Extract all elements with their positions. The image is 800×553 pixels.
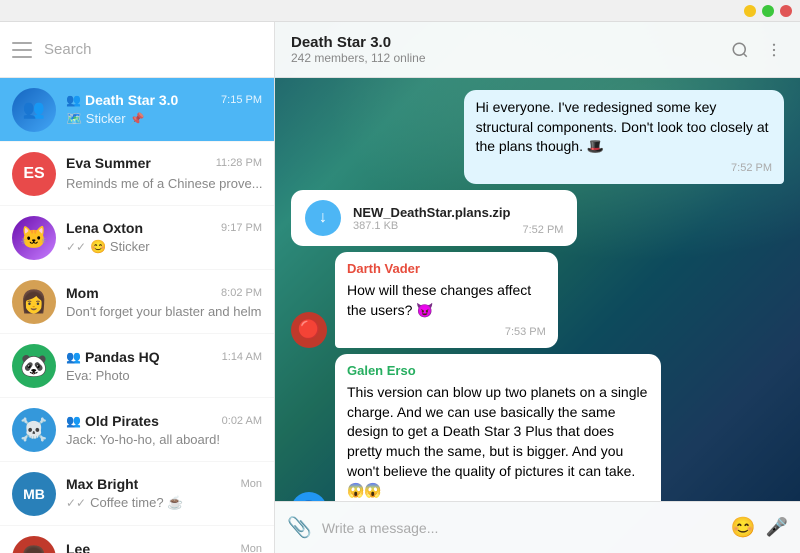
hamburger-icon[interactable] xyxy=(12,42,32,58)
message-time: 7:52 PM xyxy=(476,161,772,176)
emoji-icon[interactable]: 😊 xyxy=(731,515,756,540)
chat-preview: 🗺️ Sticker 📌 xyxy=(66,111,262,127)
chat-preview: Eva: Photo xyxy=(66,368,262,383)
message-text: This version can blow up two planets on … xyxy=(347,383,649,501)
tick-icon: ✓✓ xyxy=(66,240,86,254)
group-icon: 👥 xyxy=(66,350,81,364)
group-icon: 👥 xyxy=(66,414,81,428)
avatar: MB xyxy=(12,472,56,516)
message-bubble: Hi everyone. I've redesigned some key st… xyxy=(464,90,784,184)
chat-header-icons xyxy=(730,40,784,60)
search-icon[interactable] xyxy=(730,40,750,60)
title-bar xyxy=(0,0,800,22)
app-container: 👥 👥 Death Star 3.0 7:15 PM 🗺️ Sticker 📌 xyxy=(0,22,800,553)
minimize-button[interactable] xyxy=(744,5,756,17)
chat-info: Lena Oxton 9:17 PM ✓✓ 😊 Sticker xyxy=(66,220,262,255)
chat-name: Lena Oxton xyxy=(66,220,143,236)
message-text: Hi everyone. I've redesigned some key st… xyxy=(476,98,772,157)
message-time: 7:52 PM xyxy=(522,224,563,236)
chat-time: 1:14 AM xyxy=(222,351,262,363)
tick-icon: ✓✓ xyxy=(66,496,86,510)
message-bubble: Galen Erso This version can blow up two … xyxy=(335,354,661,501)
input-area: 📎 😊 🎤 xyxy=(275,501,800,553)
chat-name: Mom xyxy=(66,285,99,301)
avatar: 👩 xyxy=(12,280,56,324)
chat-item-death-star[interactable]: 👥 👥 Death Star 3.0 7:15 PM 🗺️ Sticker 📌 xyxy=(0,78,274,142)
chat-item-lena-oxton[interactable]: 🐱 Lena Oxton 9:17 PM ✓✓ 😊 Sticker xyxy=(0,206,274,270)
chat-time: 0:02 AM xyxy=(222,415,262,427)
sender-name: Darth Vader xyxy=(347,260,546,278)
chat-time: Mon xyxy=(241,543,262,553)
chat-item-mom[interactable]: 👩 Mom 8:02 PM Don't forget your blaster … xyxy=(0,270,274,334)
chat-subtitle: 242 members, 112 online xyxy=(291,51,730,65)
avatar: ☠️ xyxy=(12,408,56,452)
message-input[interactable] xyxy=(322,520,721,536)
chat-name: 👥 Old Pirates xyxy=(66,413,159,429)
chat-item-max-bright[interactable]: MB Max Bright Mon ✓✓ Coffee time? ☕ xyxy=(0,462,274,526)
chat-info: 👥 Pandas HQ 1:14 AM Eva: Photo xyxy=(66,349,262,383)
chat-name: Max Bright xyxy=(66,476,138,492)
chat-item-lee[interactable]: 👦 Lee Mon We can call it Galaxy Star 7 ;… xyxy=(0,526,274,553)
avatar: 🐼 xyxy=(12,344,56,388)
chat-name: 👥 Pandas HQ xyxy=(66,349,160,365)
chat-header: Death Star 3.0 242 members, 112 online xyxy=(275,22,800,78)
avatar: 👦 xyxy=(12,536,56,553)
file-name: NEW_DeathStar.plans.zip xyxy=(353,205,510,220)
chat-name: Eva Summer xyxy=(66,155,151,171)
search-input[interactable] xyxy=(44,41,262,58)
chat-title-info: Death Star 3.0 242 members, 112 online xyxy=(291,34,730,65)
close-button[interactable] xyxy=(780,5,792,17)
chat-time: 7:15 PM xyxy=(221,94,262,106)
chat-preview: ✓✓ 😊 Sticker xyxy=(66,239,262,255)
message-time: 7:53 PM xyxy=(347,325,546,340)
avatar: 🐱 xyxy=(12,216,56,260)
sender-name: Galen Erso xyxy=(347,362,649,380)
message-row: 👤 Galen Erso This version can blow up tw… xyxy=(291,354,661,501)
sidebar: 👥 👥 Death Star 3.0 7:15 PM 🗺️ Sticker 📌 xyxy=(0,22,275,553)
chat-time: 11:28 PM xyxy=(216,157,262,169)
chat-list: 👥 👥 Death Star 3.0 7:15 PM 🗺️ Sticker 📌 xyxy=(0,78,274,553)
chat-item-old-pirates[interactable]: ☠️ 👥 Old Pirates 0:02 AM Jack: Yo-ho-ho,… xyxy=(0,398,274,462)
group-icon: 👥 xyxy=(66,93,81,107)
chat-preview: Reminds me of a Chinese prove... 2 xyxy=(66,174,262,192)
sidebar-header xyxy=(0,22,274,78)
file-info: NEW_DeathStar.plans.zip 387.1 KB xyxy=(353,205,510,232)
chat-title: Death Star 3.0 xyxy=(291,34,730,51)
chat-info: Mom 8:02 PM Don't forget your blaster an… xyxy=(66,285,262,319)
download-button[interactable]: ↓ xyxy=(305,200,341,236)
chat-item-pandas-hq[interactable]: 🐼 👥 Pandas HQ 1:14 AM Eva: Photo xyxy=(0,334,274,398)
chat-area: Death Star 3.0 242 members, 112 online H… xyxy=(275,22,800,553)
chat-info: 👥 Death Star 3.0 7:15 PM 🗺️ Sticker 📌 xyxy=(66,92,262,127)
mic-icon[interactable]: 🎤 xyxy=(766,517,788,538)
message-bubble: 🔴 Darth Vader How will these changes aff… xyxy=(291,252,634,348)
chat-name: 👥 Death Star 3.0 xyxy=(66,92,178,108)
maximize-button[interactable] xyxy=(762,5,774,17)
chat-preview: Don't forget your blaster and helmet xyxy=(66,304,262,319)
messages-container: Hi everyone. I've redesigned some key st… xyxy=(275,78,800,501)
chat-time: Mon xyxy=(241,478,262,490)
chat-preview: ✓✓ Coffee time? ☕ xyxy=(66,495,262,511)
chat-info: Max Bright Mon ✓✓ Coffee time? ☕ xyxy=(66,476,262,511)
chat-time: 8:02 PM xyxy=(221,287,262,299)
chat-preview: Jack: Yo-ho-ho, all aboard! xyxy=(66,432,262,447)
chat-name: Lee xyxy=(66,541,90,553)
attach-icon[interactable]: 📎 xyxy=(287,515,312,540)
pin-icon: 📌 xyxy=(130,112,145,126)
chat-info: 👥 Old Pirates 0:02 AM Jack: Yo-ho-ho, al… xyxy=(66,413,262,447)
avatar: 👥 xyxy=(12,88,56,132)
more-options-icon[interactable] xyxy=(764,40,784,60)
message-content: Darth Vader How will these changes affec… xyxy=(335,252,558,348)
chat-info: Lee Mon We can call it Galaxy Star 7 ;) xyxy=(66,541,262,553)
chat-item-eva-summer[interactable]: ES Eva Summer 11:28 PM Reminds me of a C… xyxy=(0,142,274,206)
chat-time: 9:17 PM xyxy=(221,222,262,234)
file-bubble: ↓ NEW_DeathStar.plans.zip 387.1 KB 7:52 … xyxy=(291,190,577,246)
avatar: ES xyxy=(12,152,56,196)
chat-info: Eva Summer 11:28 PM Reminds me of a Chin… xyxy=(66,155,262,192)
message-text: How will these changes affect the users?… xyxy=(347,281,546,320)
file-size: 387.1 KB xyxy=(353,220,510,232)
